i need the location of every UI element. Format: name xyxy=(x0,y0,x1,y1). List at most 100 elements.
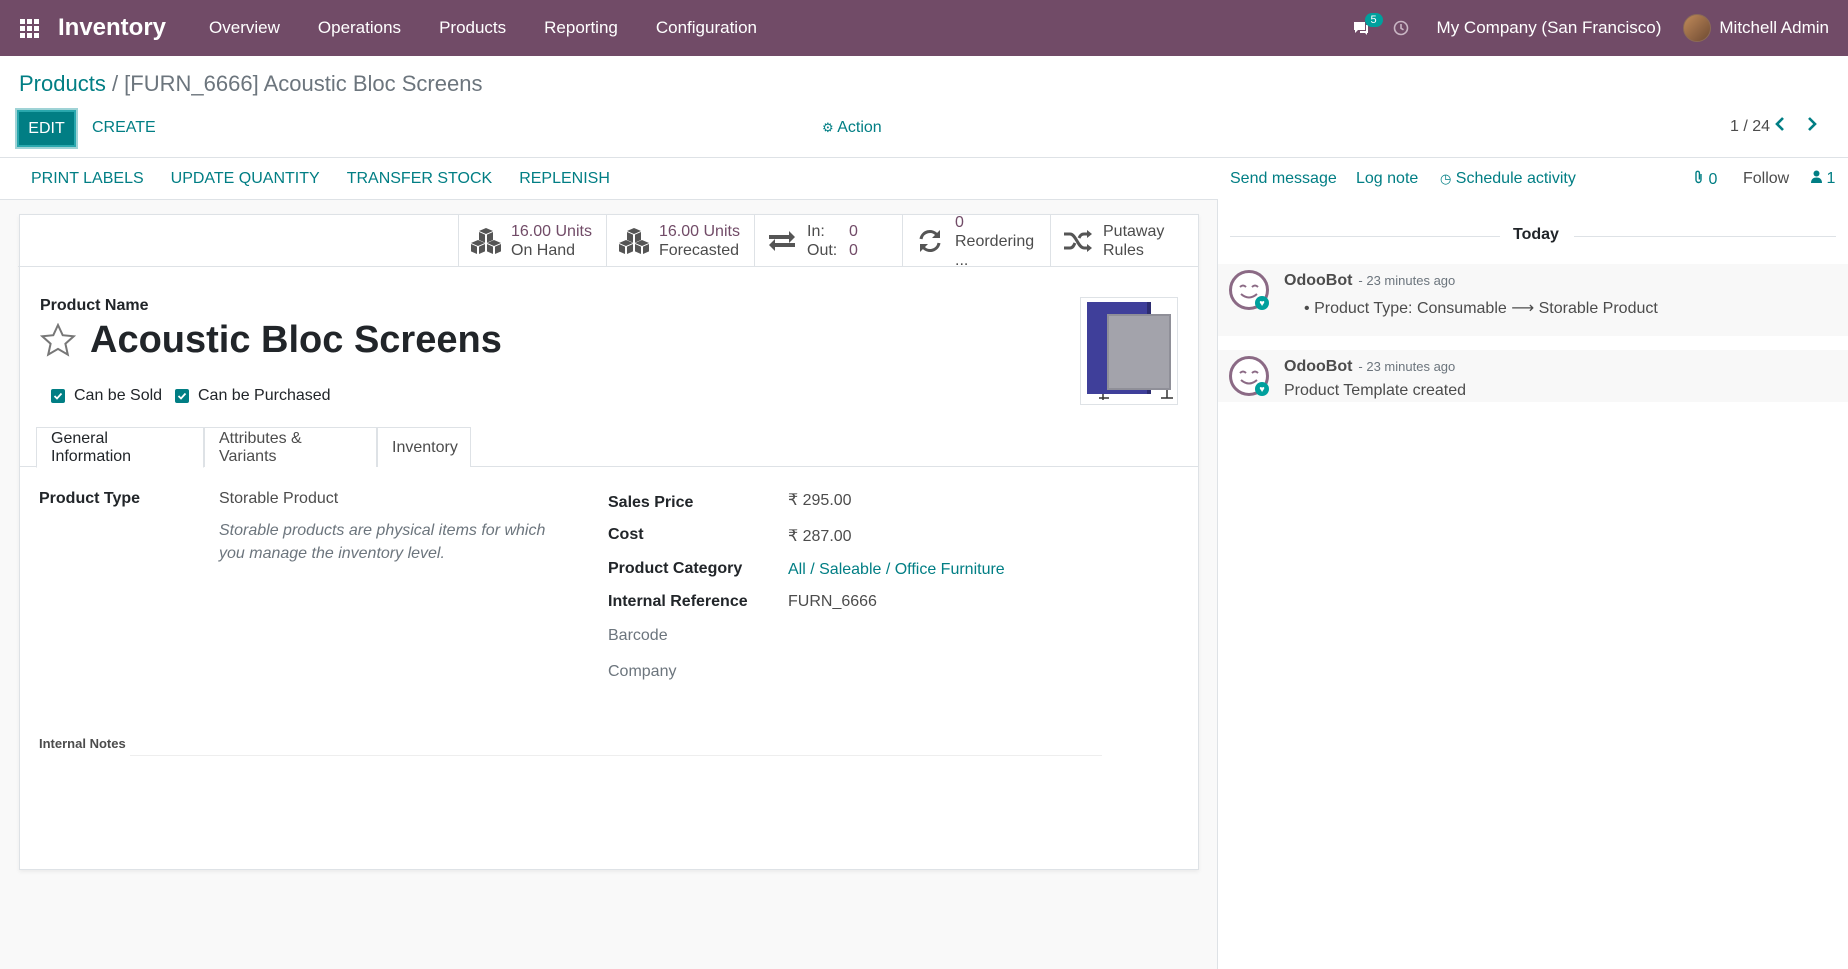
cubes-icon xyxy=(617,224,651,258)
user-name: Mitchell Admin xyxy=(1719,18,1829,37)
arrow-right-icon: ⟶ xyxy=(1511,300,1535,317)
create-button[interactable]: CREATE xyxy=(92,119,156,137)
user-menu[interactable]: Mitchell Admin xyxy=(1683,14,1848,42)
random-icon xyxy=(1061,224,1095,258)
schedule-activity-label: Schedule activity xyxy=(1455,170,1576,187)
putaway-label-line1: Putaway xyxy=(1103,223,1165,240)
edit-button[interactable]: EDIT xyxy=(17,110,76,147)
followers-button[interactable]: 1 xyxy=(1811,170,1835,188)
product-type-value[interactable]: Storable Product xyxy=(219,490,338,508)
checkbox-checked-icon xyxy=(51,389,65,403)
heart-icon: ♥ xyxy=(1255,296,1269,310)
menu-operations[interactable]: Operations xyxy=(299,0,420,56)
reordering-rules-button[interactable]: 0 Reordering ... xyxy=(902,213,1050,269)
in-label: In: xyxy=(807,223,825,240)
bullet-icon: • xyxy=(1304,300,1310,317)
date-separator: Today xyxy=(1218,226,1848,246)
date-separator-label: Today xyxy=(1513,226,1559,243)
breadcrumb-current: [FURN_6666] Acoustic Bloc Screens xyxy=(124,71,483,96)
smart-button-box: 16.00 Units On Hand 16.00 Units Forecasted… xyxy=(18,213,1198,269)
action-label: Action xyxy=(837,119,882,136)
on-hand-value: 16.00 Units xyxy=(511,223,592,240)
tracked-field-name: Product Type: xyxy=(1314,300,1413,317)
menu-products[interactable]: Products xyxy=(420,0,525,56)
tab-inventory[interactable]: Inventory xyxy=(377,427,471,467)
in-out-button[interactable]: In: 0 Out: 0 xyxy=(754,215,902,267)
product-image[interactable] xyxy=(1080,297,1178,405)
activity-clock-icon[interactable] xyxy=(1381,0,1421,56)
tab-attributes-variants[interactable]: Attributes & Variants xyxy=(204,427,377,467)
cost-label: Cost xyxy=(608,526,644,543)
breadcrumb: Products / [FURN_6666] Acoustic Bloc Scr… xyxy=(19,71,482,97)
chevron-right-icon[interactable] xyxy=(1806,116,1818,137)
product-name-label: Product Name xyxy=(40,297,149,314)
menu-reporting[interactable]: Reporting xyxy=(525,0,637,56)
tab-general-information[interactable]: General Information xyxy=(36,427,204,468)
internal-notes-label: Internal Notes xyxy=(39,736,126,751)
pager-value[interactable]: 1 / 24 xyxy=(1730,118,1770,136)
message-author[interactable]: OdooBot xyxy=(1284,272,1352,289)
control-panel: Products / [FURN_6666] Acoustic Bloc Scr… xyxy=(0,56,1848,158)
print-labels-button[interactable]: PRINT LABELS xyxy=(31,170,144,188)
breadcrumb-products-link[interactable]: Products xyxy=(19,71,106,96)
schedule-activity-button[interactable]: ◷ Schedule activity xyxy=(1440,170,1576,188)
out-value: 0 xyxy=(849,242,858,259)
transfer-stock-button[interactable]: TRANSFER STOCK xyxy=(347,170,493,188)
avatar xyxy=(1683,14,1712,42)
breadcrumb-separator: / xyxy=(105,71,125,96)
refresh-icon xyxy=(913,224,947,258)
sales-price-label: Sales Price xyxy=(608,494,694,511)
attachments-button[interactable]: 0 xyxy=(1694,170,1717,189)
reordering-label: Reordering ... xyxy=(955,232,1035,269)
messages-icon[interactable]: 5 xyxy=(1341,0,1383,56)
chatter-panel: Send message Log note ◷ Schedule activit… xyxy=(1218,158,1848,969)
message-author-line: OdooBot - 23 minutes ago xyxy=(1284,358,1455,376)
reordering-value: 0 xyxy=(955,213,964,231)
menu-configuration[interactable]: Configuration xyxy=(637,0,776,56)
favorite-star-icon[interactable] xyxy=(39,322,77,362)
form-tabs: General Information Attributes & Variant… xyxy=(20,427,1198,468)
internal-notes-field[interactable] xyxy=(130,755,1102,756)
message-author[interactable]: OdooBot xyxy=(1284,358,1352,375)
company-switcher[interactable]: My Company (San Francisco) xyxy=(1421,18,1684,38)
message-body: Product Template created xyxy=(1284,382,1467,399)
can-be-purchased-checkbox[interactable]: Can be Purchased xyxy=(175,387,331,405)
in-value: 0 xyxy=(849,223,858,240)
heart-icon: ♥ xyxy=(1255,382,1269,396)
odoobot-avatar: ♥ xyxy=(1229,356,1269,396)
message-time: - 23 minutes ago xyxy=(1358,359,1456,374)
top-navbar: Inventory Overview Operations Products R… xyxy=(0,0,1848,56)
send-message-button[interactable]: Send message xyxy=(1230,170,1337,188)
can-be-sold-checkbox[interactable]: Can be Sold xyxy=(51,387,162,405)
log-note-button[interactable]: Log note xyxy=(1356,170,1418,188)
forecasted-button[interactable]: 16.00 Units Forecasted xyxy=(606,215,754,267)
menu-overview[interactable]: Overview xyxy=(190,0,299,56)
replenish-button[interactable]: REPLENISH xyxy=(519,170,610,188)
apps-menu-icon[interactable] xyxy=(0,0,58,56)
on-hand-button[interactable]: 16.00 Units On Hand xyxy=(458,215,606,267)
internal-reference-value[interactable]: FURN_6666 xyxy=(788,593,877,611)
attachments-count: 0 xyxy=(1708,171,1718,188)
exchange-icon xyxy=(765,224,799,258)
action-dropdown[interactable]: ⚙ Action xyxy=(822,119,882,137)
can-be-sold-label: Can be Sold xyxy=(74,387,163,404)
sales-price-value[interactable]: ₹ 295.00 xyxy=(788,490,852,510)
messages-count-badge: 5 xyxy=(1364,13,1383,27)
update-quantity-button[interactable]: UPDATE QUANTITY xyxy=(171,170,320,188)
message-author-line: OdooBot - 23 minutes ago xyxy=(1284,272,1455,290)
tracking-value-line: • Product Type: Consumable ⟶ Storable Pr… xyxy=(1304,298,1658,318)
paperclip-icon xyxy=(1694,170,1708,188)
message-item: ♥ OdooBot - 23 minutes ago • Product Type… xyxy=(1218,264,1848,336)
app-title[interactable]: Inventory xyxy=(58,14,166,42)
tracked-old-value: Consumable xyxy=(1416,300,1507,317)
internal-reference-label: Internal Reference xyxy=(608,593,748,610)
chevron-left-icon[interactable] xyxy=(1774,116,1786,137)
product-category-link[interactable]: All / Saleable / Office Furniture xyxy=(788,561,1005,579)
can-be-purchased-label: Can be Purchased xyxy=(198,387,331,404)
tracked-new-value: Storable Product xyxy=(1538,300,1658,317)
putaway-rules-button[interactable]: Putaway Rules xyxy=(1050,215,1198,267)
cost-value[interactable]: ₹ 287.00 xyxy=(788,526,852,546)
product-category-label: Product Category xyxy=(608,560,743,577)
follow-button[interactable]: Follow xyxy=(1743,170,1789,188)
gear-icon: ⚙ xyxy=(822,120,834,135)
